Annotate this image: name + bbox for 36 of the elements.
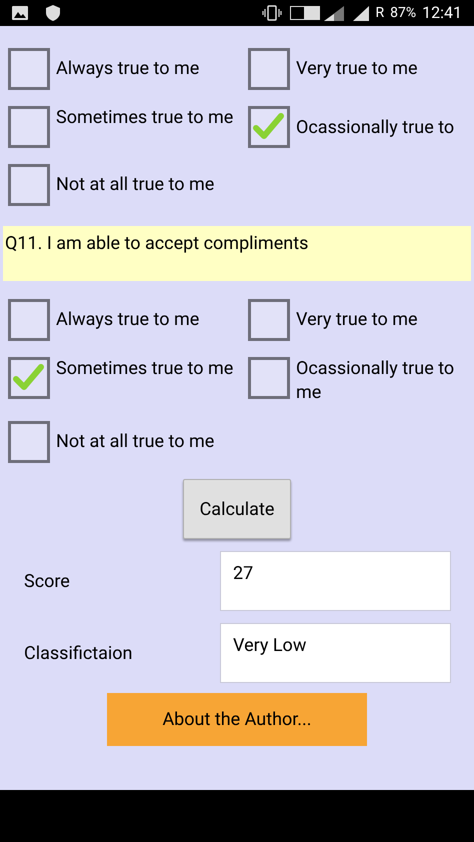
clock: 12:41 [422,2,462,24]
checkbox[interactable] [248,299,290,341]
checkbox[interactable] [8,421,50,463]
option-label: Ocassionally true to [296,116,454,140]
output-field[interactable]: Very Low [220,623,451,683]
signal-icon [322,4,346,22]
checkbox[interactable] [248,106,290,148]
option-label: Not at all true to me [56,430,214,454]
vibrate-icon [262,5,282,21]
option-label: Ocassionally true to me [296,357,456,405]
option-label: Always true to me [56,57,200,81]
option-label: Not at all true to me [56,173,214,197]
calculate-button[interactable]: Calculate [183,479,291,539]
question-text: Q11. I am able to accept compliments [3,226,471,281]
about-author-button[interactable]: About the Author... [107,693,367,746]
roaming-indicator: R [376,4,384,22]
shield-icon [46,5,60,21]
battery-level: 87% [390,4,416,22]
checkbox[interactable] [8,106,50,148]
option-label: Always true to me [56,308,200,332]
signal-icon [352,4,370,22]
field-label: Classifictaion [23,642,134,666]
checkbox[interactable] [8,357,50,399]
field-label: Score [23,570,71,594]
volte-icon [290,6,320,20]
checkbox[interactable] [8,299,50,341]
checkbox[interactable] [8,164,50,206]
image-icon [12,6,28,20]
option-label: Sometimes true to me [56,357,234,381]
checkbox[interactable] [8,48,50,90]
option-label: Sometimes true to me [56,106,234,130]
option-label: Very true to me [296,308,418,332]
checkbox[interactable] [248,48,290,90]
option-label: Very true to me [296,57,418,81]
output-field[interactable]: 27 [220,551,451,611]
checkbox[interactable] [248,357,290,399]
